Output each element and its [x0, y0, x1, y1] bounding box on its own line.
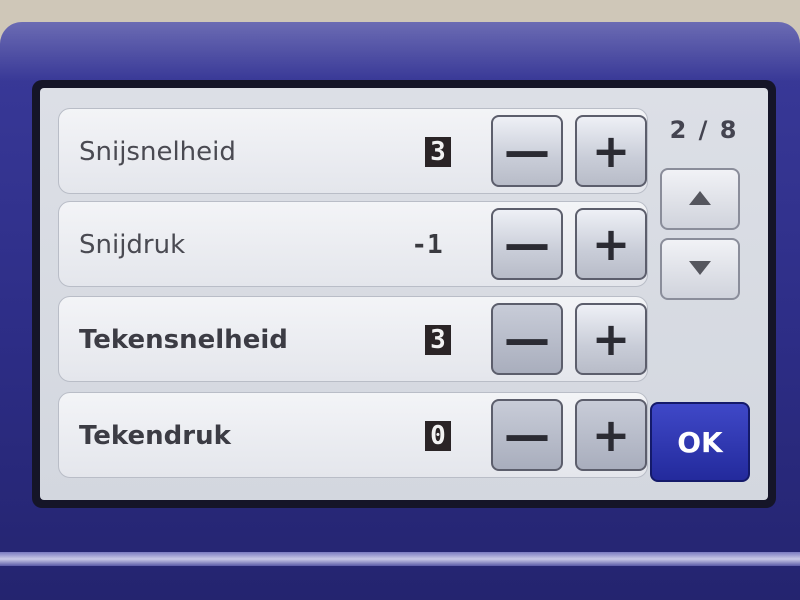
setting-row-draw-speed: Tekensnelheid 3 — +: [58, 296, 648, 382]
setting-value: 3: [425, 137, 451, 167]
decrease-button[interactable]: —: [491, 208, 563, 280]
decrease-button[interactable]: —: [491, 399, 563, 471]
increase-button[interactable]: +: [575, 208, 647, 280]
increase-button[interactable]: +: [575, 303, 647, 375]
decrease-button[interactable]: —: [491, 303, 563, 375]
increase-button[interactable]: +: [575, 115, 647, 187]
setting-value: -1: [411, 230, 443, 260]
arrow-down-icon: [687, 255, 713, 283]
page-up-button[interactable]: [660, 168, 740, 230]
setting-label: Snijsnelheid: [79, 137, 236, 167]
setting-label: Tekendruk: [79, 421, 231, 451]
setting-label: Snijdruk: [79, 230, 186, 260]
page-indicator: 2 / 8: [669, 116, 739, 144]
setting-label: Tekensnelheid: [79, 325, 288, 355]
setting-row-cut-speed: Snijsnelheid 3 — +: [58, 108, 648, 194]
decrease-button[interactable]: —: [491, 115, 563, 187]
setting-value: 3: [425, 325, 451, 355]
ok-button[interactable]: OK: [650, 402, 750, 482]
arrow-up-icon: [687, 185, 713, 213]
setting-row-cut-pressure: Snijdruk -1 — +: [58, 201, 648, 287]
setting-row-draw-pressure: Tekendruk 0 — +: [58, 392, 648, 478]
bezel-stripe: [0, 552, 800, 566]
increase-button[interactable]: +: [575, 399, 647, 471]
page-down-button[interactable]: [660, 238, 740, 300]
touch-screen: Snijsnelheid 3 — + Snijdruk -1 — + Teken…: [40, 88, 768, 500]
setting-value: 0: [425, 421, 451, 451]
bezel-gloss: [0, 22, 800, 82]
